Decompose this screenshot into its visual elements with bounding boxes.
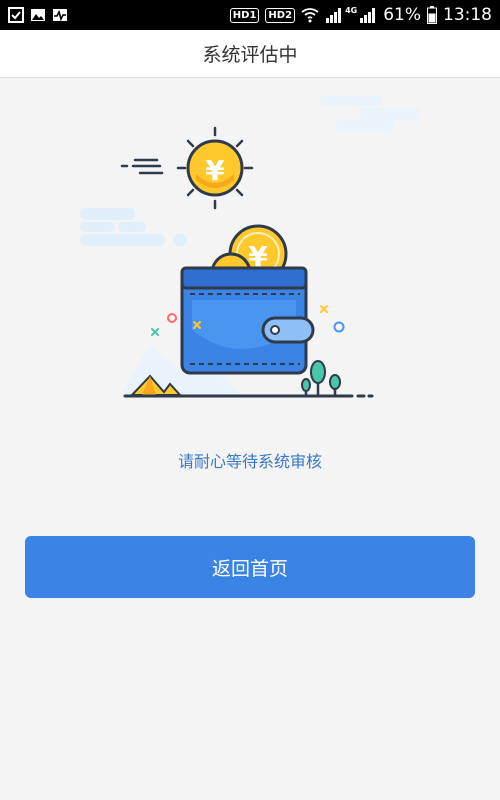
tree-icon: [301, 360, 341, 395]
app-bar: 系统评估中: [0, 30, 500, 78]
clock: 13:18: [443, 5, 492, 25]
activity-icon: [53, 9, 67, 22]
signal-icon: [326, 8, 342, 23]
hd2-badge: HD2: [265, 7, 296, 23]
svg-text:¥: ¥: [205, 154, 225, 187]
status-bar-left: [8, 5, 68, 25]
cloud-icon: [80, 208, 187, 247]
sun-coin-icon: ¥: [176, 126, 254, 210]
wallet-icon: [180, 266, 315, 375]
hd1-badge: HD1: [229, 7, 260, 23]
signal-icon: [360, 8, 376, 23]
page-title: 系统评估中: [202, 44, 298, 66]
wifi-icon: [301, 8, 319, 23]
battery-percent: 61%: [383, 5, 421, 25]
image-icon: [31, 9, 45, 21]
status-bar: HD1 HD2 4G 61% 13:18: [0, 0, 500, 30]
checklist-icon: [8, 7, 24, 23]
review-status-message: 请耐心等待系统审核: [177, 452, 322, 471]
battery-icon: [427, 6, 437, 24]
cloud-icon: [320, 96, 420, 132]
network-type-label: 4G: [345, 5, 358, 15]
speed-lines-icon: [120, 158, 164, 175]
review-illustration: ¥ ¥ ¥: [80, 96, 420, 398]
status-bar-right: HD1 HD2 4G 61% 13:18: [229, 5, 492, 25]
return-home-button[interactable]: 返回首页: [25, 536, 475, 598]
